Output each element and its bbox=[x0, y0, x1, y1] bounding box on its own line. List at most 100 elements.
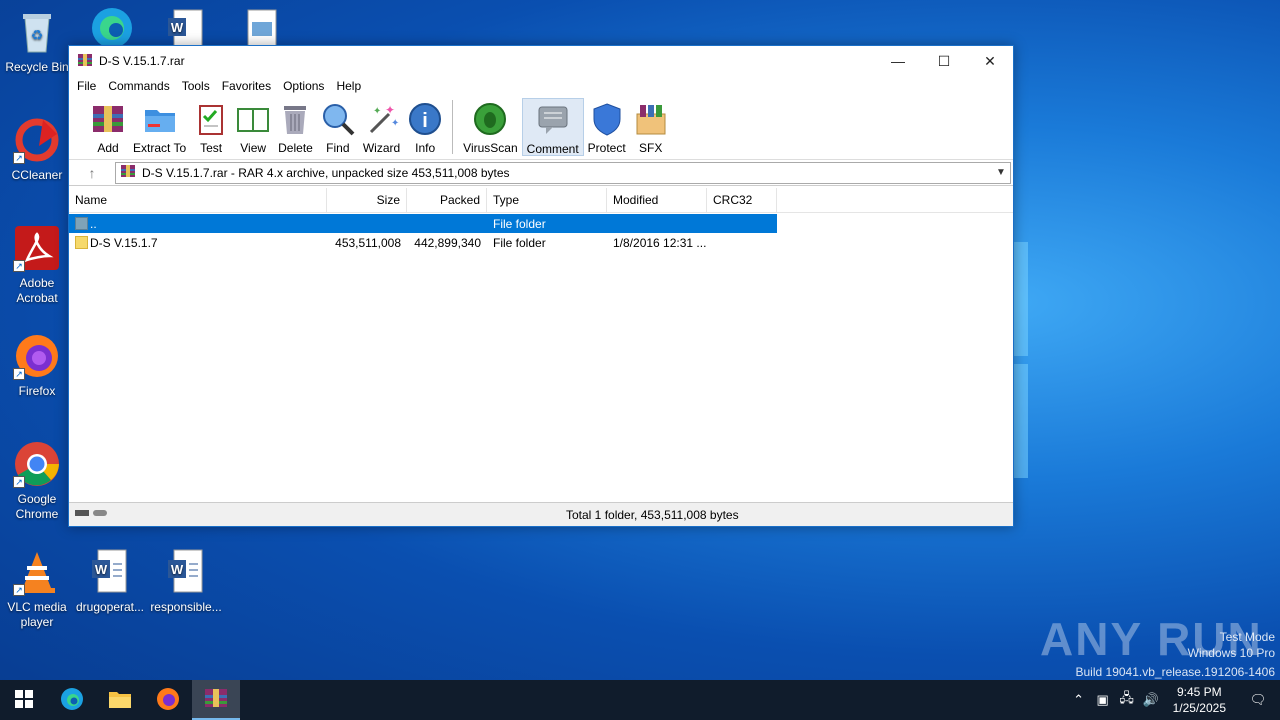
column-header-packed[interactable]: Packed bbox=[407, 188, 487, 212]
volume-icon[interactable]: 🔊 bbox=[1139, 692, 1163, 708]
column-header-crc32[interactable]: CRC32 bbox=[707, 188, 777, 212]
ccleaner-icon: ↗ bbox=[13, 116, 61, 164]
maximize-button[interactable]: ☐ bbox=[921, 46, 967, 76]
row-size: 453,511,008 bbox=[335, 235, 401, 250]
desktop-icon-google-chrome[interactable]: ↗ Google Chrome bbox=[1, 440, 73, 522]
view-button[interactable]: View bbox=[232, 98, 274, 156]
up-folder-button[interactable]: ↑ bbox=[69, 165, 115, 181]
toolbar-label: Add bbox=[97, 141, 119, 155]
column-header-type[interactable]: Type bbox=[487, 188, 607, 212]
toolbar-label: Comment bbox=[526, 142, 579, 156]
table-row[interactable]: D-S V.15.1.7 453,511,008 442,899,340 Fil… bbox=[69, 233, 1013, 252]
row-name: .. bbox=[90, 216, 97, 231]
delete-button[interactable]: Delete bbox=[274, 98, 317, 156]
toolbar-label: Delete bbox=[278, 141, 313, 155]
chevron-up-icon[interactable]: ⌃ bbox=[1067, 692, 1091, 708]
row-packed: 442,899,340 bbox=[414, 235, 481, 250]
taskbar-edge[interactable] bbox=[48, 680, 96, 720]
desktop-icon-recycle-bin[interactable]: ♻ Recycle Bin bbox=[1, 8, 73, 75]
clock-date: 1/25/2025 bbox=[1172, 701, 1226, 715]
folder-icon bbox=[108, 689, 132, 712]
clock[interactable]: 9:45 PM 1/25/2025 bbox=[1163, 684, 1236, 716]
desktop-icon-vlc[interactable]: ↗ VLC media player bbox=[1, 548, 73, 630]
address-row: ↑ D-S V.15.1.7.rar - RAR 4.x archive, un… bbox=[69, 160, 1013, 186]
clock-time: 9:45 PM bbox=[1176, 685, 1222, 699]
winrar-app-icon bbox=[204, 686, 228, 713]
column-headers: Name Size Packed Type Modified CRC32 bbox=[69, 188, 1013, 213]
desktop-icon-responsible[interactable]: W responsible... bbox=[150, 548, 222, 615]
svg-text:W: W bbox=[95, 562, 108, 577]
menu-tools[interactable]: Tools bbox=[176, 79, 216, 93]
network-icon[interactable]: 🖧 bbox=[1115, 689, 1139, 711]
protect-button[interactable]: Protect bbox=[584, 98, 630, 156]
taskbar-file-explorer[interactable] bbox=[96, 680, 144, 720]
rar-archive-icon bbox=[120, 163, 136, 182]
close-icon: ✕ bbox=[984, 52, 996, 69]
close-button[interactable]: ✕ bbox=[967, 46, 1013, 76]
address-combo[interactable]: D-S V.15.1.7.rar - RAR 4.x archive, unpa… bbox=[115, 161, 1011, 184]
desktop-icon-adobe-acrobat[interactable]: ↗ Adobe Acrobat bbox=[1, 224, 73, 306]
start-button[interactable] bbox=[0, 680, 48, 720]
adobe-acrobat-icon: ↗ bbox=[13, 224, 61, 272]
menu-commands[interactable]: Commands bbox=[102, 79, 175, 93]
menu-favorites[interactable]: Favorites bbox=[216, 79, 277, 93]
column-header-modified[interactable]: Modified bbox=[607, 188, 707, 212]
minimize-icon: — bbox=[891, 53, 905, 69]
file-list: Name Size Packed Type Modified CRC32 .. … bbox=[69, 188, 1013, 502]
find-button[interactable]: Find bbox=[317, 98, 359, 156]
toolbar-label: Protect bbox=[587, 141, 626, 155]
menu-file[interactable]: File bbox=[71, 79, 102, 93]
extract-to-button[interactable]: Extract To bbox=[129, 98, 190, 156]
virusscan-button[interactable]: VirusScan bbox=[459, 98, 521, 156]
test-button[interactable]: Test bbox=[190, 98, 232, 156]
shortcut-arrow-icon: ↗ bbox=[13, 476, 25, 488]
desktop-icon-ccleaner[interactable]: ↗ CCleaner bbox=[1, 116, 73, 183]
toolbar-label: View bbox=[240, 141, 267, 155]
magic-wand-icon: ✦ ✦ ✦ bbox=[365, 102, 399, 136]
table-row[interactable]: .. File folder bbox=[69, 214, 777, 233]
comment-button[interactable]: Comment bbox=[521, 98, 584, 156]
desktop-icon-label: Adobe Acrobat bbox=[16, 276, 58, 305]
info-button[interactable]: i Info bbox=[404, 98, 446, 156]
desktop-icon-label: Firefox bbox=[18, 384, 56, 398]
name-column-background bbox=[69, 213, 327, 502]
desktop-icon-firefox[interactable]: ↗ Firefox bbox=[1, 332, 73, 399]
add-archive-icon bbox=[91, 102, 125, 136]
wizard-button[interactable]: ✦ ✦ ✦ Wizard bbox=[359, 98, 404, 156]
shortcut-arrow-icon: ↗ bbox=[13, 152, 25, 164]
desktop-icon-drugoperat[interactable]: W drugoperat... bbox=[74, 548, 146, 615]
chevron-down-icon[interactable]: ▼ bbox=[992, 167, 1010, 178]
toolbar-label: VirusScan bbox=[463, 141, 518, 155]
desktop-icon-label: responsible... bbox=[150, 600, 222, 614]
recycle-bin-icon: ♻ bbox=[13, 8, 61, 56]
toolbar-label: Wizard bbox=[362, 141, 401, 155]
menu-help[interactable]: Help bbox=[330, 79, 367, 93]
shortcut-arrow-icon: ↗ bbox=[13, 260, 25, 272]
menu-options[interactable]: Options bbox=[277, 79, 330, 93]
svg-text:✦: ✦ bbox=[385, 103, 395, 117]
desktop-icon-label: Google Chrome bbox=[15, 492, 59, 521]
drive-icon bbox=[75, 507, 109, 522]
column-header-size[interactable]: Size bbox=[327, 188, 407, 212]
minimize-button[interactable]: — bbox=[875, 46, 921, 76]
folder-extract-icon bbox=[143, 102, 177, 136]
add-button[interactable]: Add bbox=[87, 98, 129, 156]
toolbar-label: Find bbox=[326, 141, 350, 155]
notification-icon[interactable]: 🗨 bbox=[1236, 692, 1280, 708]
taskbar-winrar[interactable] bbox=[192, 680, 240, 720]
winrar-window: D-S V.15.1.7.rar — ☐ ✕ File Commands Too… bbox=[68, 45, 1014, 527]
title-bar[interactable]: D-S V.15.1.7.rar — ☐ ✕ bbox=[69, 46, 1013, 76]
windows-logo-icon bbox=[15, 689, 33, 711]
test-clipboard-icon bbox=[194, 102, 228, 136]
firefox-icon: ↗ bbox=[13, 332, 61, 380]
toolbar-separator bbox=[452, 100, 454, 154]
winrar-app-icon bbox=[77, 52, 93, 71]
status-bar: Total 1 folder, 453,511,008 bytes bbox=[69, 502, 1013, 526]
address-text: D-S V.15.1.7.rar - RAR 4.x archive, unpa… bbox=[142, 165, 510, 180]
column-header-name[interactable]: Name bbox=[69, 188, 327, 212]
device-icon[interactable]: ▣ bbox=[1091, 692, 1115, 708]
shield-icon bbox=[590, 102, 624, 136]
system-tray: ⌃ ▣ 🖧 🔊 9:45 PM 1/25/2025 🗨 bbox=[1067, 680, 1280, 720]
taskbar-firefox[interactable] bbox=[144, 680, 192, 720]
sfx-button[interactable]: SFX bbox=[630, 98, 672, 156]
